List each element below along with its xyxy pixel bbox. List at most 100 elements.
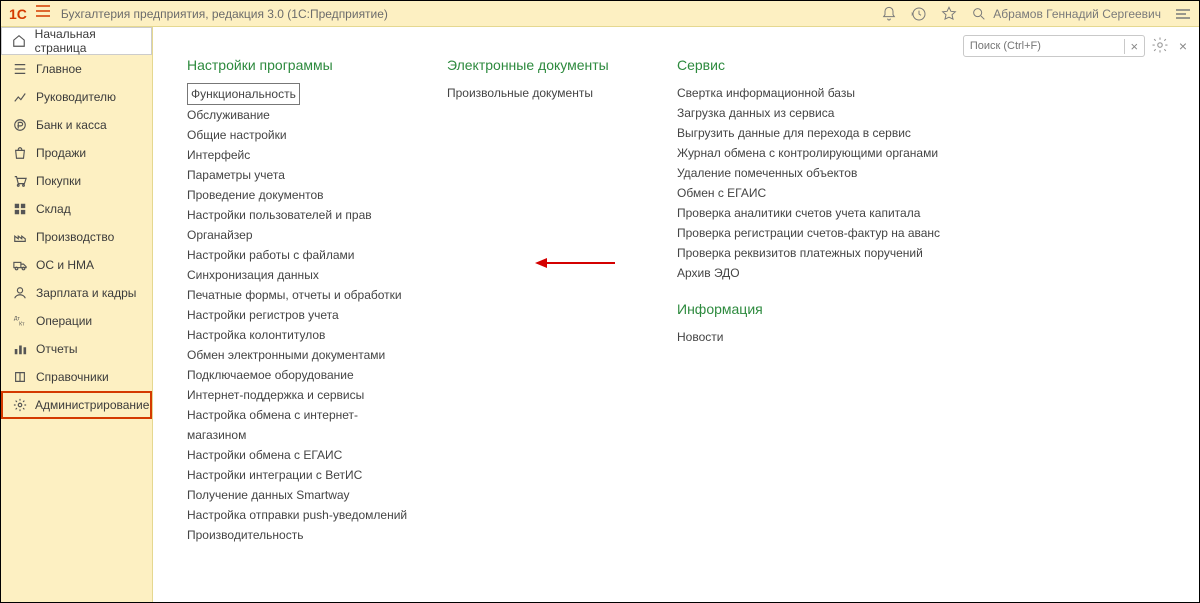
menu-link[interactable]: Проверка аналитики счетов учета капитала	[677, 206, 920, 220]
sidebar-item-7[interactable]: ОС и НМА	[1, 251, 152, 279]
sidebar-label: ОС и НМА	[36, 258, 94, 272]
menu-link[interactable]: Настройки пользователей и прав	[187, 208, 372, 222]
sidebar-label: Главное	[36, 62, 82, 76]
sidebar-item-11[interactable]: Справочники	[1, 363, 152, 391]
truck-icon	[12, 257, 28, 273]
settings-gear-icon[interactable]	[1151, 36, 1169, 57]
chart-icon	[12, 89, 28, 105]
sidebar-label: Справочники	[36, 370, 109, 384]
bag-icon	[12, 145, 28, 161]
menu-link[interactable]: Выгрузить данные для перехода в сервис	[677, 126, 911, 140]
column-service-info: Сервис Свертка информационной базы Загруз…	[677, 57, 957, 563]
menu-link[interactable]: Удаление помеченных объектов	[677, 166, 857, 180]
menu-link[interactable]: Функциональность	[187, 83, 300, 105]
menu-link[interactable]: Проверка регистрации счетов-фактур на ав…	[677, 226, 940, 240]
menu-link[interactable]: Настройки работы с файлами	[187, 248, 354, 262]
sidebar-item-12[interactable]: Администрирование	[1, 391, 152, 419]
sidebar-item-10[interactable]: Отчеты	[1, 335, 152, 363]
hamburger-icon[interactable]	[35, 3, 51, 24]
edocs-heading: Электронные документы	[447, 57, 647, 73]
menu-link[interactable]: Подключаемое оборудование	[187, 368, 354, 382]
menu-link[interactable]: Органайзер	[187, 228, 253, 242]
service-heading: Сервис	[677, 57, 957, 73]
sidebar-item-8[interactable]: Зарплата и кадры	[1, 279, 152, 307]
menu-link[interactable]: Общие настройки	[187, 128, 287, 142]
search-icon[interactable]	[971, 6, 987, 22]
menu-link[interactable]: Настройка обмена с интернет-магазином	[187, 408, 358, 442]
sidebar-label: Администрирование	[35, 398, 149, 412]
search-clear-button[interactable]: ×	[1124, 39, 1144, 54]
sidebar-item-2[interactable]: Банк и касса	[1, 111, 152, 139]
sidebar-home[interactable]: Начальная страница	[1, 27, 152, 55]
sidebar-label: Операции	[36, 314, 92, 328]
sidebar-label: Склад	[36, 202, 71, 216]
menu-link[interactable]: Интернет-поддержка и сервисы	[187, 388, 364, 402]
menu-link[interactable]: Архив ЭДО	[677, 266, 740, 280]
sidebar-label: Отчеты	[36, 342, 77, 356]
menu-link[interactable]: Настройки интеграции с ВетИС	[187, 468, 362, 482]
menu-link[interactable]: Печатные формы, отчеты и обработки	[187, 288, 402, 302]
factory-icon	[12, 229, 28, 245]
menu-link[interactable]: Получение данных Smartway	[187, 488, 350, 502]
column-edocs: Электронные документы Произвольные докум…	[447, 57, 647, 563]
sidebar-item-0[interactable]: Главное	[1, 55, 152, 83]
sidebar-item-5[interactable]: Склад	[1, 195, 152, 223]
sidebar-label: Зарплата и кадры	[36, 286, 136, 300]
menu-link[interactable]: Журнал обмена с контролирующими органами	[677, 146, 938, 160]
dkt-icon: ДтКт	[12, 313, 28, 329]
list-icon	[12, 61, 28, 77]
menu-link[interactable]: Обмен с ЕГАИС	[677, 186, 766, 200]
menu-link[interactable]: Новости	[677, 330, 723, 344]
cart-icon	[12, 173, 28, 189]
app-title: Бухгалтерия предприятия, редакция 3.0 (1…	[61, 7, 388, 21]
menu-link[interactable]: Интерфейс	[187, 148, 250, 162]
search-input[interactable]	[964, 40, 1124, 52]
menu-link[interactable]: Настройки обмена с ЕГАИС	[187, 448, 342, 462]
menu-link[interactable]: Загрузка данных из сервиса	[677, 106, 834, 120]
sidebar: Начальная страница Главное Руководителю Ба…	[1, 27, 153, 602]
user-name[interactable]: Абрамов Геннадий Сергеевич	[993, 7, 1161, 21]
sidebar-label: Продажи	[36, 146, 86, 160]
sidebar-label: Руководителю	[36, 90, 116, 104]
sidebar-item-1[interactable]: Руководителю	[1, 83, 152, 111]
menu-link[interactable]: Произвольные документы	[447, 86, 593, 100]
gear-icon	[13, 397, 27, 413]
history-icon[interactable]	[911, 6, 927, 22]
sidebar-item-6[interactable]: Производство	[1, 223, 152, 251]
page-toolbar: × ×	[963, 35, 1187, 57]
person-icon	[12, 285, 28, 301]
app-logo: 1C	[9, 6, 27, 22]
menu-link[interactable]: Проведение документов	[187, 188, 324, 202]
boxes-icon	[12, 201, 28, 217]
menu-link[interactable]: Параметры учета	[187, 168, 285, 182]
menu-link[interactable]: Проверка реквизитов платежных поручений	[677, 246, 923, 260]
svg-text:Кт: Кт	[19, 321, 25, 327]
panel-toggle-icon[interactable]	[1175, 6, 1191, 22]
star-icon[interactable]	[941, 6, 957, 22]
menu-link[interactable]: Синхронизация данных	[187, 268, 319, 282]
info-heading: Информация	[677, 301, 957, 317]
menu-link[interactable]: Производительность	[187, 528, 303, 542]
sidebar-label: Производство	[36, 230, 114, 244]
book-icon	[12, 369, 28, 385]
sidebar-item-4[interactable]: Покупки	[1, 167, 152, 195]
column-settings: Настройки программы Функциональность Обсл…	[187, 57, 417, 563]
sidebar-item-3[interactable]: Продажи	[1, 139, 152, 167]
menu-link[interactable]: Обмен электронными документами	[187, 348, 385, 362]
menu-link[interactable]: Настройки регистров учета	[187, 308, 339, 322]
menu-link[interactable]: Настройка отправки push-уведомлений	[187, 508, 407, 522]
bars-icon	[12, 341, 28, 357]
sidebar-label: Банк и касса	[36, 118, 107, 132]
ruble-icon	[12, 117, 28, 133]
topbar: 1C Бухгалтерия предприятия, редакция 3.0…	[1, 1, 1199, 27]
sidebar-home-label: Начальная страница	[35, 27, 141, 55]
sidebar-item-9[interactable]: ДтКт Операции	[1, 307, 152, 335]
search-box[interactable]: ×	[963, 35, 1145, 57]
menu-link[interactable]: Свертка информационной базы	[677, 86, 855, 100]
bell-icon[interactable]	[881, 6, 897, 22]
main-content: × × Настройки программы Функциональность…	[153, 27, 1199, 602]
settings-heading: Настройки программы	[187, 57, 417, 73]
menu-link[interactable]: Настройка колонтитулов	[187, 328, 325, 342]
close-button[interactable]: ×	[1179, 38, 1187, 54]
menu-link[interactable]: Обслуживание	[187, 108, 270, 122]
